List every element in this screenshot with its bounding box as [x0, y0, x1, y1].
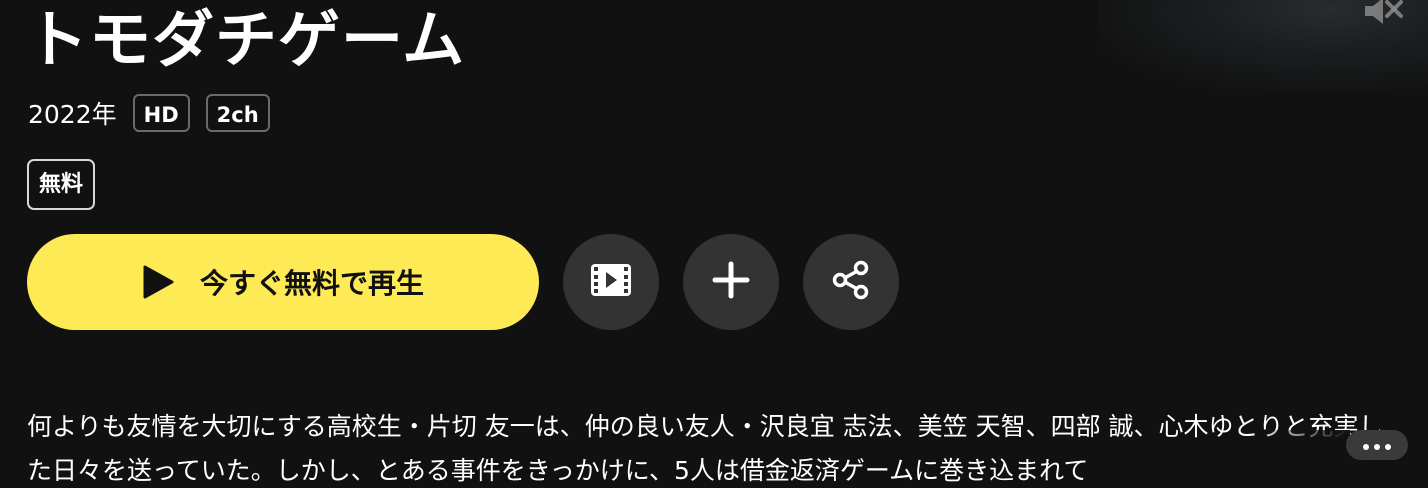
meta-row: 2022年 HD 2ch: [28, 92, 286, 134]
play-button[interactable]: 今すぐ無料で再生: [27, 234, 539, 330]
add-to-list-button[interactable]: [683, 234, 779, 330]
trailer-button[interactable]: [563, 234, 659, 330]
synopsis-text: 何よりも友情を大切にする高校生・片切 友一は、仲の良い友人・沢良宜 志法、美笠 …: [27, 412, 1384, 485]
release-year: 2022年: [28, 100, 117, 129]
film-play-icon: [589, 262, 633, 302]
show-more-button[interactable]: [1346, 430, 1408, 460]
audio-channel-badge: 2ch: [205, 94, 270, 132]
quality-badge: HD: [132, 94, 190, 132]
free-badge: 無料: [27, 159, 96, 210]
page-title: トモダチゲーム: [26, 3, 466, 76]
share-icon: [831, 260, 871, 304]
play-button-label: 今すぐ無料で再生: [199, 267, 424, 300]
ellipsis-icon: [1362, 436, 1392, 455]
synopsis-fade: [1250, 430, 1350, 480]
mute-button[interactable]: [1360, 0, 1406, 36]
share-button[interactable]: [803, 234, 899, 330]
plus-icon: [712, 261, 750, 303]
speaker-muted-icon: [1361, 0, 1405, 36]
play-icon: [142, 264, 178, 300]
title-detail-panel: トモダチゲーム 2022年 HD 2ch 無料 今すぐ無料で再生 何よりも友情を…: [0, 0, 1428, 488]
